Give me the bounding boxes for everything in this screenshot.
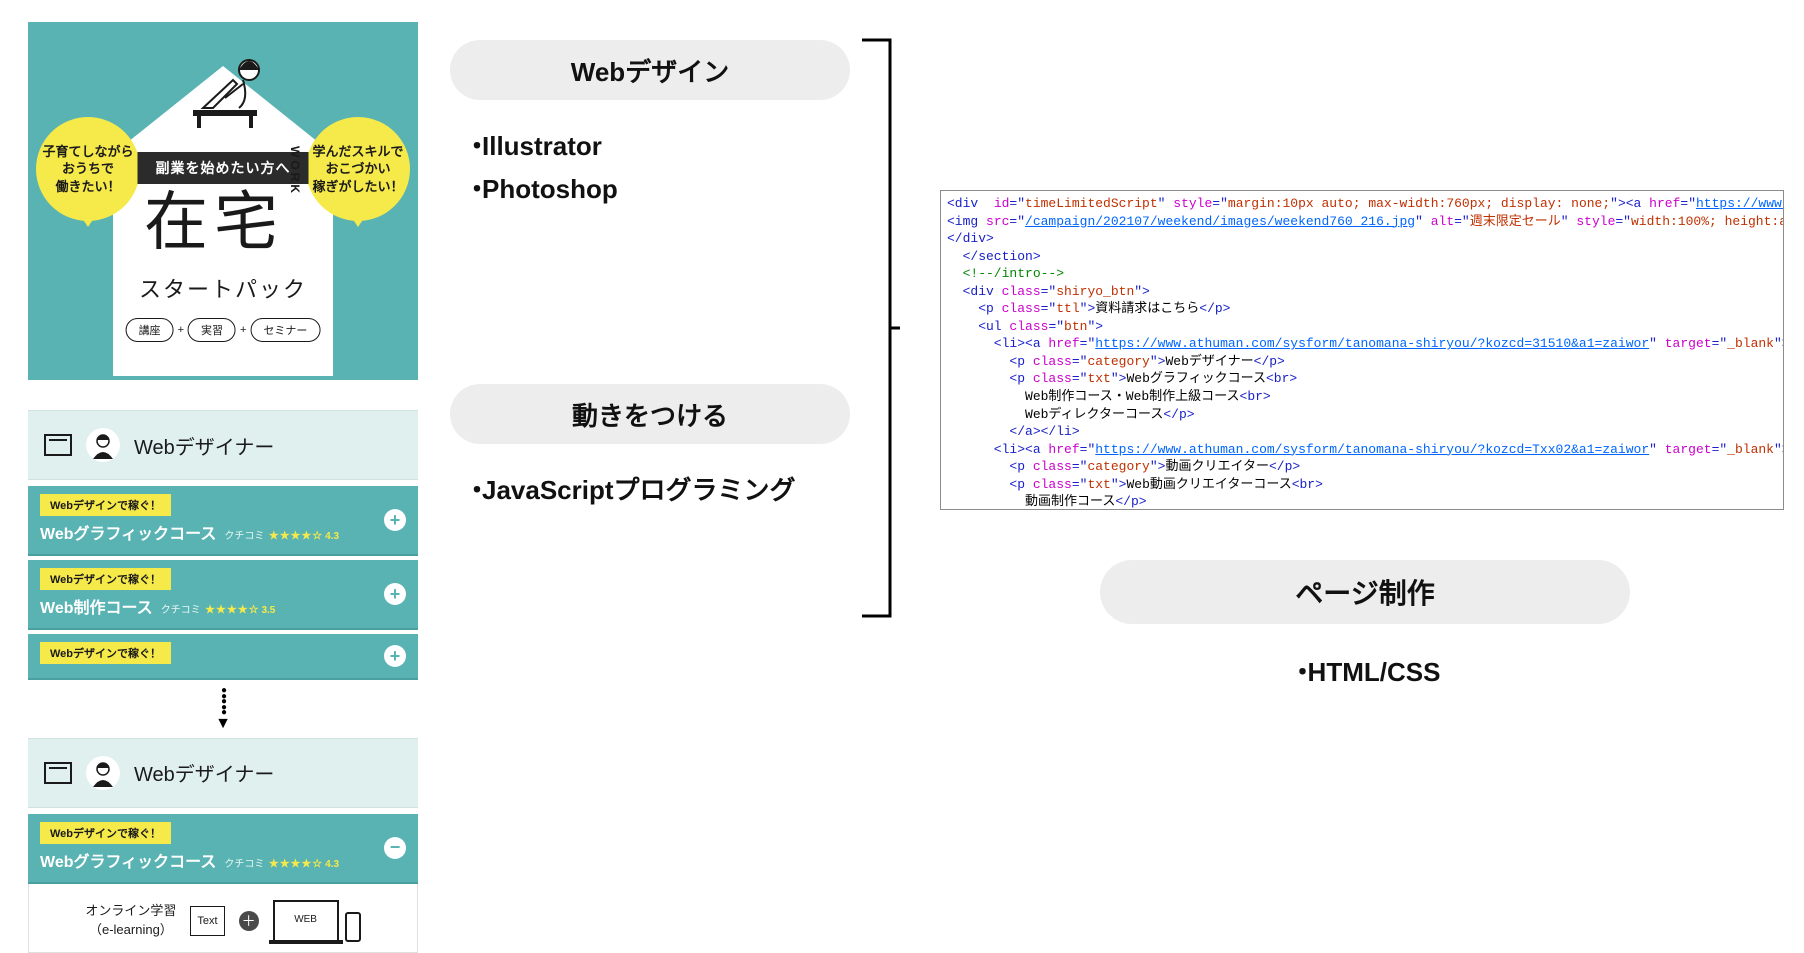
course-row[interactable]: Webデザインで稼ぐ！ Webグラフィックコースクチコミ ★★★★☆4.3+ <box>28 486 418 556</box>
course-name: Web制作コースクチコミ ★★★★☆3.5 <box>40 594 406 618</box>
course-name: Webグラフィックコースクチコミ ★★★★☆4.3 <box>40 848 406 872</box>
category-pill-page: ページ制作 <box>1100 560 1630 624</box>
chip-sep: + <box>176 324 186 336</box>
design-items: ・Illustrator ・Photoshop <box>464 126 850 206</box>
course-tag: Webデザインで稼ぐ！ <box>40 568 171 590</box>
expand-icon[interactable]: + <box>384 645 406 667</box>
expand-icon[interactable]: + <box>384 583 406 605</box>
bullet-item: ・JavaScriptプログラミング <box>464 470 850 507</box>
plus-icon: ＋ <box>239 911 259 931</box>
course-meta: クチコミ <box>224 527 264 542</box>
course-row[interactable]: Webデザインで稼ぐ！ Web制作コースクチコミ ★★★★☆3.5+ <box>28 560 418 630</box>
stars-icon: ★★★★☆ <box>205 604 259 616</box>
motion-items: ・JavaScriptプログラミング <box>464 470 850 507</box>
result-block: ページ制作 ・HTML/CSS <box>1100 560 1630 757</box>
tile-icon <box>44 434 72 456</box>
course-tag: Webデザインで稼ぐ！ <box>40 642 171 664</box>
rating-score: 4.3 <box>325 531 339 542</box>
page-items: ・HTML/CSS <box>1100 652 1630 689</box>
bullet-item: ・HTML/CSS <box>1100 652 1630 689</box>
devices-icon: WEB <box>273 900 361 942</box>
category-pill-design: Webデザイン <box>450 40 850 100</box>
rating-score: 4.3 <box>325 859 339 870</box>
person-illustration <box>163 40 283 135</box>
tile-icon <box>44 762 72 784</box>
course-section-header[interactable]: Webデザイナー <box>28 738 418 808</box>
course-row[interactable]: Webデザインで稼ぐ！ Webグラフィックコースクチコミ ★★★★☆4.3− <box>28 814 418 884</box>
stars-icon: ★★★★☆ <box>269 858 323 870</box>
title-kanji: 在宅 <box>144 190 284 254</box>
title-work: WORK <box>288 146 302 196</box>
chip-sep: + <box>238 324 248 336</box>
banner-title: 在宅WORK <box>113 190 333 254</box>
banner-chips: 講座 + 実習 + セミナー <box>126 318 321 342</box>
course-tag: Webデザインで稼ぐ！ <box>40 822 171 844</box>
grouping-bracket <box>860 38 900 618</box>
banner-roof-strip: 副業を始めたい方へ <box>138 152 309 184</box>
bullet-item: ・Illustrator <box>464 126 850 163</box>
expand-icon[interactable]: + <box>384 509 406 531</box>
collapse-icon[interactable]: − <box>384 837 406 859</box>
course-tag: Webデザインで稼ぐ！ <box>40 494 171 516</box>
course-block-b: Webデザイナー Webデザインで稼ぐ！ Webグラフィックコースクチコミ ★★★… <box>28 738 418 953</box>
bullet-item: ・Photoshop <box>464 169 850 206</box>
arrow-down-icon: ●●●●●▼ <box>28 688 418 732</box>
phone-icon <box>345 912 361 942</box>
avatar-icon <box>86 756 120 790</box>
section-title: Webデザイナー <box>134 758 274 787</box>
elearning-row: オンライン学習 （e-learning） Text ＋ WEB <box>29 900 417 942</box>
chip: セミナー <box>250 318 320 342</box>
course-expanded-panel: オンライン学習 （e-learning） Text ＋ WEB <box>28 884 418 953</box>
course-section-header[interactable]: Webデザイナー <box>28 410 418 480</box>
course-row[interactable]: Webデザインで稼ぐ！ + <box>28 634 418 680</box>
zaitaku-banner: 子育てしながら おうちで 働きたい！ 学んだスキルで おこづかい 稼ぎがしたい！… <box>28 22 418 380</box>
elearning-label: オンライン学習 （e-learning） <box>85 902 176 938</box>
html-code-output: <div id="timeLimitedScript" style="margi… <box>940 190 1784 510</box>
course-block-a: Webデザイナー Webデザインで稼ぐ！ Webグラフィックコースクチコミ ★★★… <box>28 410 418 680</box>
textbook-icon: Text <box>190 906 224 936</box>
course-name: Webグラフィックコースクチコミ ★★★★☆4.3 <box>40 520 406 544</box>
left-column: 子育てしながら おうちで 働きたい！ 学んだスキルで おこづかい 稼ぎがしたい！… <box>28 22 418 953</box>
avatar-icon <box>86 428 120 462</box>
banner-subtitle: スタートパック <box>139 272 307 304</box>
section-title: Webデザイナー <box>134 431 274 460</box>
category-pill-motion: 動きをつける <box>450 384 850 444</box>
laptop-icon: WEB <box>273 900 339 942</box>
chip: 実習 <box>188 318 236 342</box>
middle-column: Webデザイン ・Illustrator ・Photoshop 動きをつける ・… <box>450 40 850 575</box>
stars-icon: ★★★★☆ <box>269 530 323 542</box>
rating-score: 3.5 <box>261 605 275 616</box>
chip: 講座 <box>126 318 174 342</box>
course-meta: クチコミ <box>161 601 201 616</box>
course-meta: クチコミ <box>224 855 264 870</box>
